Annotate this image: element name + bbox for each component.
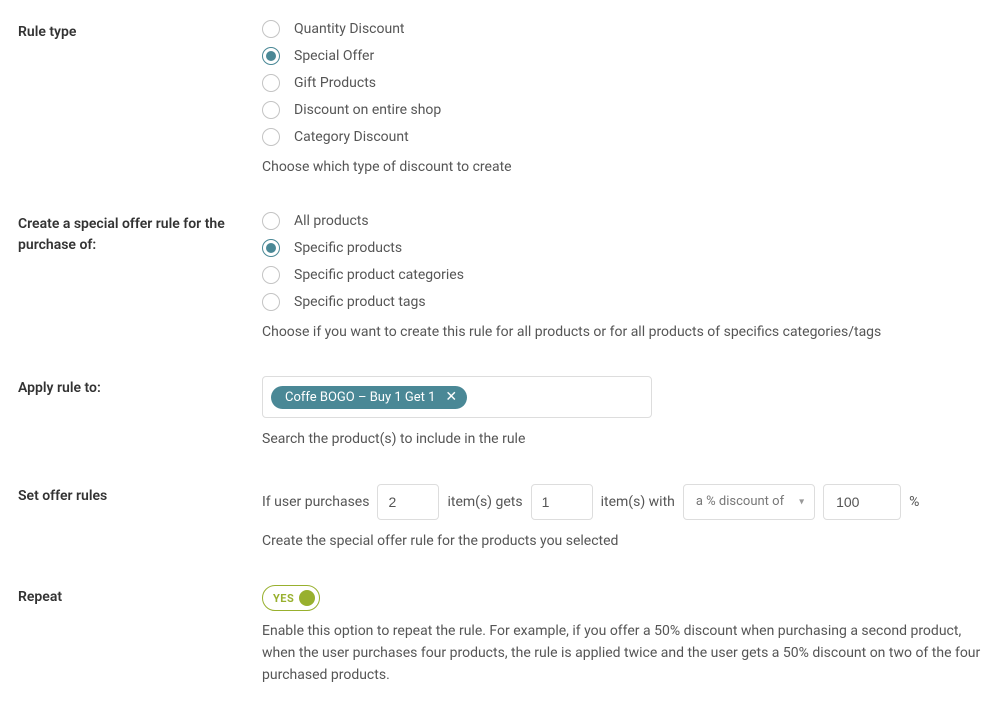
offer-rules-label: Set offer rules	[18, 486, 262, 507]
radio-label: All products	[294, 213, 369, 229]
rule-type-helper: Choose which type of discount to create	[262, 158, 982, 178]
purchases-input[interactable]	[377, 484, 439, 520]
radio-gift-products[interactable]: Gift Products	[262, 74, 982, 92]
product-tag-text: Coffe BOGO – Buy 1 Get 1	[285, 390, 435, 405]
radio-specific-categories[interactable]: Specific product categories	[262, 266, 982, 284]
rule-type-label: Rule type	[18, 22, 262, 43]
repeat-label: Repeat	[18, 587, 262, 608]
field-scope: Create a special offer rule for the purc…	[18, 212, 982, 343]
offer-text-mid1: item(s) gets	[447, 494, 522, 510]
radio-special-offer[interactable]: Special Offer	[262, 47, 982, 65]
apply-rule-input[interactable]: Coffe BOGO – Buy 1 Get 1 ✕	[262, 376, 652, 418]
repeat-toggle[interactable]: YES	[262, 585, 320, 611]
chevron-down-icon: ▾	[799, 496, 804, 507]
offer-rules-helper: Create the special offer rule for the pr…	[262, 532, 982, 552]
radio-label: Gift Products	[294, 75, 376, 91]
radio-icon	[262, 266, 280, 284]
radio-icon	[262, 101, 280, 119]
radio-quantity-discount[interactable]: Quantity Discount	[262, 20, 982, 38]
product-tag: Coffe BOGO – Buy 1 Get 1 ✕	[271, 386, 467, 409]
discount-type-value: a % discount of	[696, 494, 784, 509]
discount-value-input[interactable]	[823, 484, 901, 520]
radio-specific-products[interactable]: Specific products	[262, 239, 982, 257]
radio-icon-selected	[262, 239, 280, 257]
gets-input[interactable]	[531, 484, 593, 520]
radio-icon	[262, 74, 280, 92]
field-repeat: Repeat YES Enable this option to repeat …	[18, 585, 982, 686]
offer-text-suffix: %	[909, 494, 919, 510]
radio-label: Quantity Discount	[294, 21, 405, 37]
apply-rule-helper: Search the product(s) to include in the …	[262, 430, 982, 450]
radio-label: Specific product tags	[294, 294, 426, 310]
radio-category-discount[interactable]: Category Discount	[262, 128, 982, 146]
field-offer-rules: Set offer rules If user purchases item(s…	[18, 484, 982, 552]
scope-label: Create a special offer rule for the purc…	[18, 214, 262, 256]
apply-rule-label: Apply rule to:	[18, 378, 262, 399]
scope-helper: Choose if you want to create this rule f…	[262, 323, 982, 343]
radio-specific-tags[interactable]: Specific product tags	[262, 293, 982, 311]
offer-text-prefix: If user purchases	[262, 494, 369, 510]
radio-icon	[262, 212, 280, 230]
radio-icon	[262, 128, 280, 146]
field-apply-rule: Apply rule to: Coffe BOGO – Buy 1 Get 1 …	[18, 376, 982, 450]
radio-all-products[interactable]: All products	[262, 212, 982, 230]
toggle-knob-icon	[299, 590, 315, 606]
field-rule-type: Rule type Quantity Discount Special Offe…	[18, 20, 982, 178]
remove-icon[interactable]: ✕	[445, 390, 457, 404]
radio-label: Discount on entire shop	[294, 102, 441, 118]
offer-text-mid2: item(s) with	[601, 494, 675, 510]
radio-discount-entire-shop[interactable]: Discount on entire shop	[262, 101, 982, 119]
radio-icon-selected	[262, 47, 280, 65]
discount-type-select[interactable]: a % discount of ▾	[683, 484, 815, 520]
radio-label: Category Discount	[294, 129, 409, 145]
repeat-toggle-label: YES	[273, 592, 294, 605]
radio-label: Specific product categories	[294, 267, 464, 283]
repeat-helper: Enable this option to repeat the rule. F…	[262, 621, 982, 686]
radio-label: Special Offer	[294, 48, 374, 64]
radio-icon	[262, 293, 280, 311]
radio-label: Specific products	[294, 240, 402, 256]
radio-icon	[262, 20, 280, 38]
